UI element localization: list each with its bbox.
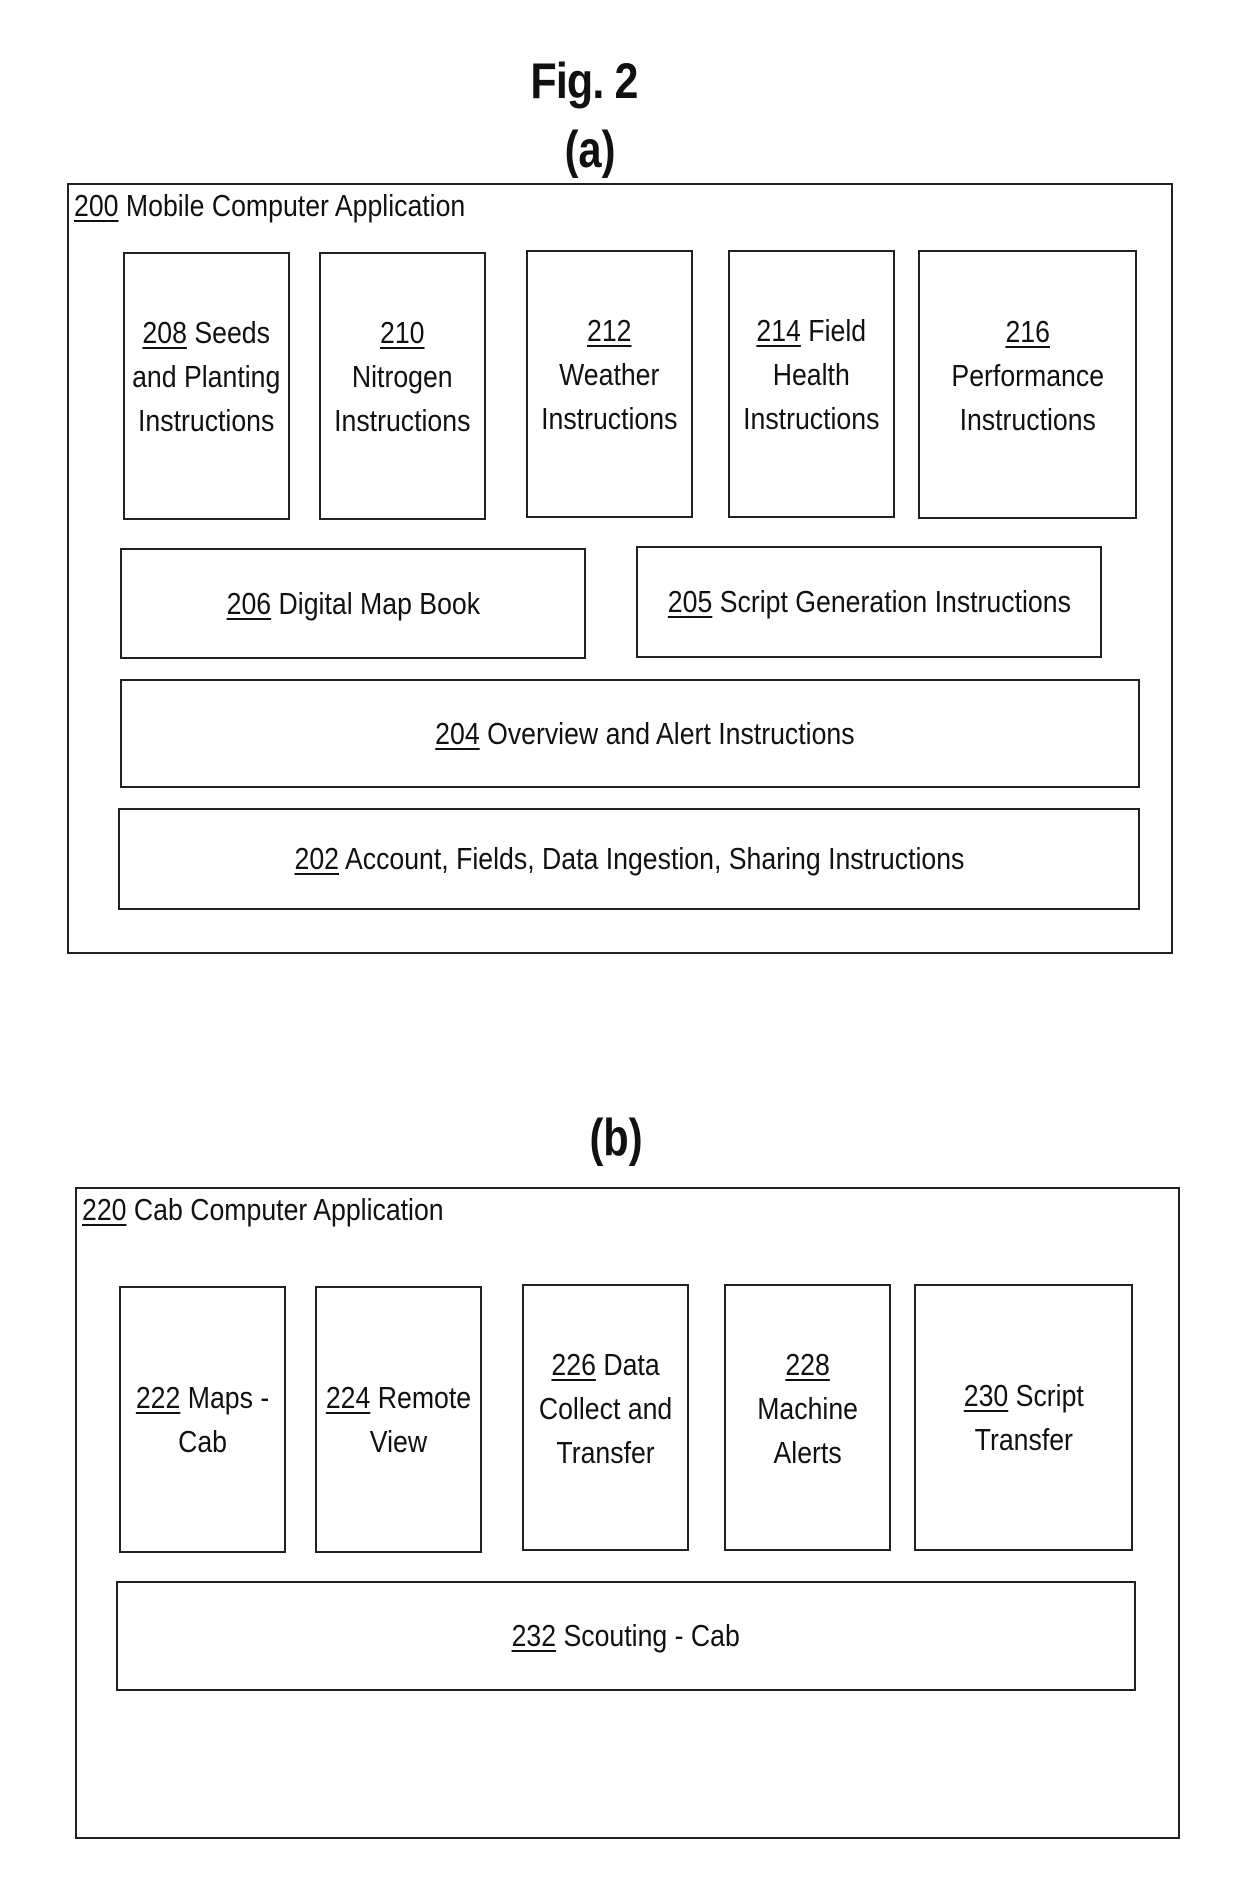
ref-number: 226 xyxy=(551,1346,596,1382)
box-line: Seeds xyxy=(194,315,271,350)
box-line: Machine xyxy=(757,1390,858,1426)
ref-number: 204 xyxy=(435,715,480,751)
box-label: Digital Map Book xyxy=(278,585,480,621)
box-line: Maps - xyxy=(187,1379,270,1415)
figure-title: Fig. 2 xyxy=(530,53,638,109)
seeds-planting-instructions-box: 208 Seeds and Planting Instructions xyxy=(123,252,290,520)
box-line: Nitrogen xyxy=(352,359,453,394)
weather-instructions-box: 212 Weather Instructions xyxy=(526,250,693,518)
box-line: Instructions xyxy=(541,401,678,436)
box-line: View xyxy=(369,1423,428,1459)
box-label: Scouting - Cab xyxy=(563,1618,741,1653)
ref-number: 206 xyxy=(226,585,271,621)
box-line: Instructions xyxy=(959,401,1096,437)
script-generation-instructions-box: 205 Script Generation Instructions xyxy=(636,546,1102,658)
ref-number: 200 xyxy=(74,188,119,223)
ref-number: 220 xyxy=(82,1192,127,1227)
ref-number: 216 xyxy=(1005,313,1050,349)
ref-number: 214 xyxy=(756,313,802,348)
panel-a-label: (a) xyxy=(564,121,616,179)
ref-number: 228 xyxy=(785,1346,830,1382)
box-line: Data xyxy=(603,1346,660,1382)
box-line: Instructions xyxy=(743,401,880,436)
box-line: Transfer xyxy=(974,1421,1073,1457)
ref-number: 202 xyxy=(294,841,339,876)
ref-number: 210 xyxy=(380,315,425,350)
box-line: and Planting xyxy=(132,359,281,394)
box-line: Instructions xyxy=(334,403,471,438)
field-health-instructions-box: 214 Field Health Instructions xyxy=(728,250,895,518)
box-line: Script xyxy=(1015,1377,1084,1413)
ref-number: 212 xyxy=(587,313,632,348)
overview-alert-instructions-box: 204 Overview and Alert Instructions xyxy=(120,679,1140,788)
ref-number: 230 xyxy=(963,1377,1008,1413)
data-collect-transfer-box: 226 Data Collect and Transfer xyxy=(522,1284,689,1551)
box-line: Remote xyxy=(377,1379,472,1415)
account-fields-data-ingestion-sharing-box: 202 Account, Fields, Data Ingestion, Sha… xyxy=(118,808,1140,910)
box-line: Field xyxy=(808,313,867,348)
container-title-text: Cab Computer Application xyxy=(133,1192,444,1227)
ref-number: 222 xyxy=(135,1379,181,1415)
box-line: Cab xyxy=(178,1423,227,1459)
container-title-text: Mobile Computer Application xyxy=(125,188,466,223)
box-label: Account, Fields, Data Ingestion, Sharing… xyxy=(344,841,964,876)
ref-number: 205 xyxy=(667,584,712,619)
ref-number: 232 xyxy=(511,1618,557,1653)
box-line: Collect and xyxy=(538,1390,673,1426)
script-transfer-box: 230 Script Transfer xyxy=(914,1284,1133,1551)
cab-computer-application-title: 220 Cab Computer Application xyxy=(82,1192,444,1227)
ref-number: 224 xyxy=(325,1379,371,1415)
box-label: Overview and Alert Instructions xyxy=(479,715,855,751)
machine-alerts-box: 228 Machine Alerts xyxy=(724,1284,891,1551)
box-line: Transfer xyxy=(556,1434,655,1470)
digital-map-book-box: 206 Digital Map Book xyxy=(120,548,586,659)
box-line: Health xyxy=(772,357,851,392)
box-line: Weather xyxy=(559,357,660,392)
panel-b-label: (b) xyxy=(589,1109,643,1167)
box-line: Instructions xyxy=(138,403,275,438)
box-line: Alerts xyxy=(773,1434,842,1470)
nitrogen-instructions-box: 210 Nitrogen Instructions xyxy=(319,252,486,520)
maps-cab-box: 222 Maps - Cab xyxy=(119,1286,286,1553)
scouting-cab-box: 232 Scouting - Cab xyxy=(116,1581,1136,1691)
mobile-computer-application-title: 200 Mobile Computer Application xyxy=(74,188,466,223)
performance-instructions-box: 216 Performance Instructions xyxy=(918,250,1137,519)
remote-view-box: 224 Remote View xyxy=(315,1286,482,1553)
box-label: Script Generation Instructions xyxy=(719,584,1071,619)
ref-number: 208 xyxy=(142,315,188,350)
box-line: Performance xyxy=(951,357,1104,393)
